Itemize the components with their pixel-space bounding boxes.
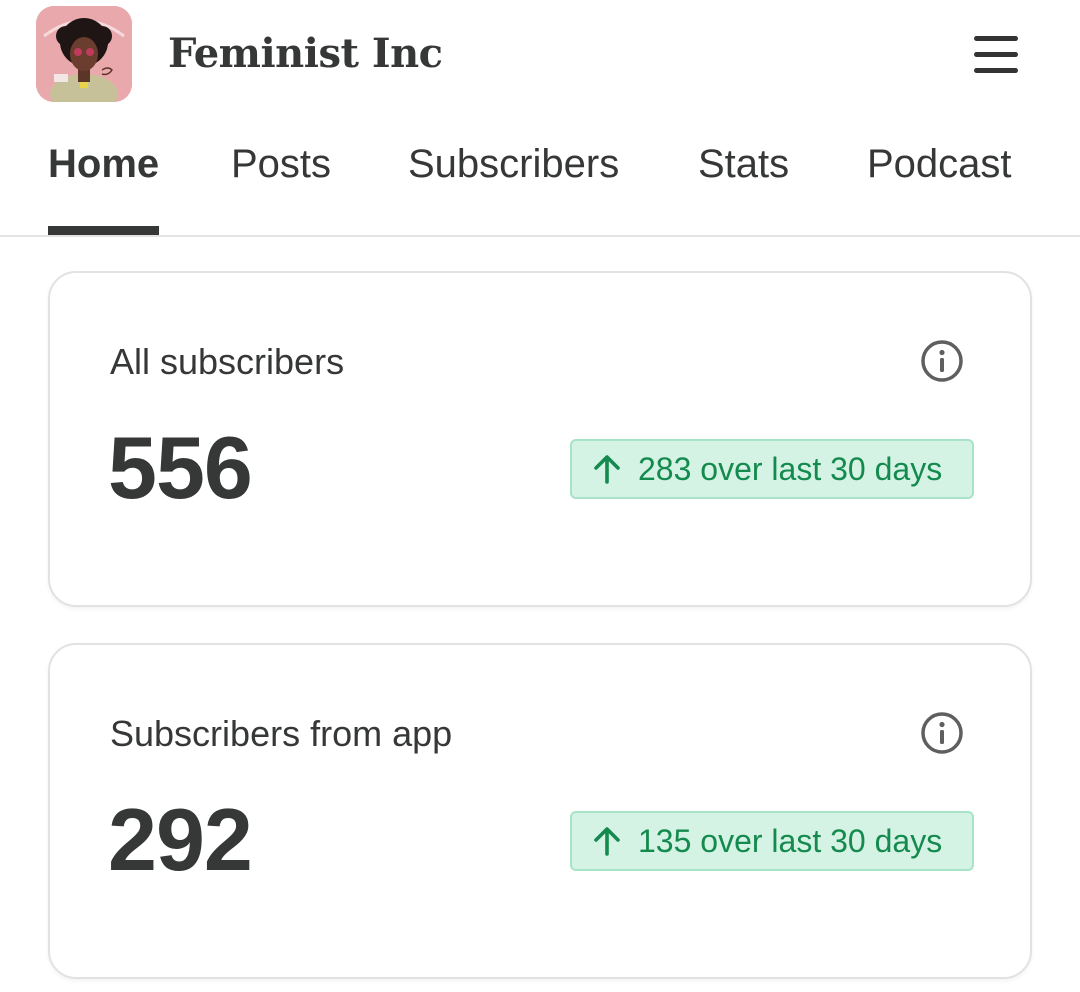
tab-home[interactable]: Home (48, 142, 159, 187)
subscriber-count: 556 (108, 418, 253, 517)
growth-text: 283 over last 30 days (638, 450, 943, 487)
tab-bar: Home Posts Subscribers Stats Podcast (0, 118, 1080, 237)
growth-badge: 135 over last 30 days (570, 811, 974, 871)
publication-logo[interactable] (36, 6, 132, 102)
card-label: Subscribers from app (110, 713, 453, 754)
publication-logo-image (36, 6, 132, 102)
info-icon[interactable] (920, 339, 964, 383)
growth-badge: 283 over last 30 days (570, 439, 974, 499)
arrow-up-icon (594, 455, 620, 484)
all-subscribers-card: All subscribers 556 283 over last 30 day… (48, 271, 1032, 607)
hamburger-menu-button[interactable] (966, 32, 1026, 78)
tab-stats[interactable]: Stats (698, 142, 789, 187)
tab-subscribers[interactable]: Subscribers (408, 142, 619, 187)
card-label: All subscribers (110, 341, 345, 382)
growth-text: 135 over last 30 days (638, 822, 943, 859)
publication-title: Feminist Inc (168, 30, 443, 77)
subscriber-count: 292 (108, 790, 253, 889)
tab-podcast[interactable]: Podcast (867, 142, 1012, 187)
active-tab-indicator (48, 226, 159, 235)
hamburger-menu-icon (974, 36, 1018, 41)
tab-posts[interactable]: Posts (231, 142, 331, 187)
app-subscribers-card: Subscribers from app 292 135 over last 3… (48, 643, 1032, 979)
info-icon[interactable] (920, 711, 964, 755)
app-header: Feminist Inc (0, 0, 1080, 110)
arrow-up-icon (594, 827, 620, 856)
